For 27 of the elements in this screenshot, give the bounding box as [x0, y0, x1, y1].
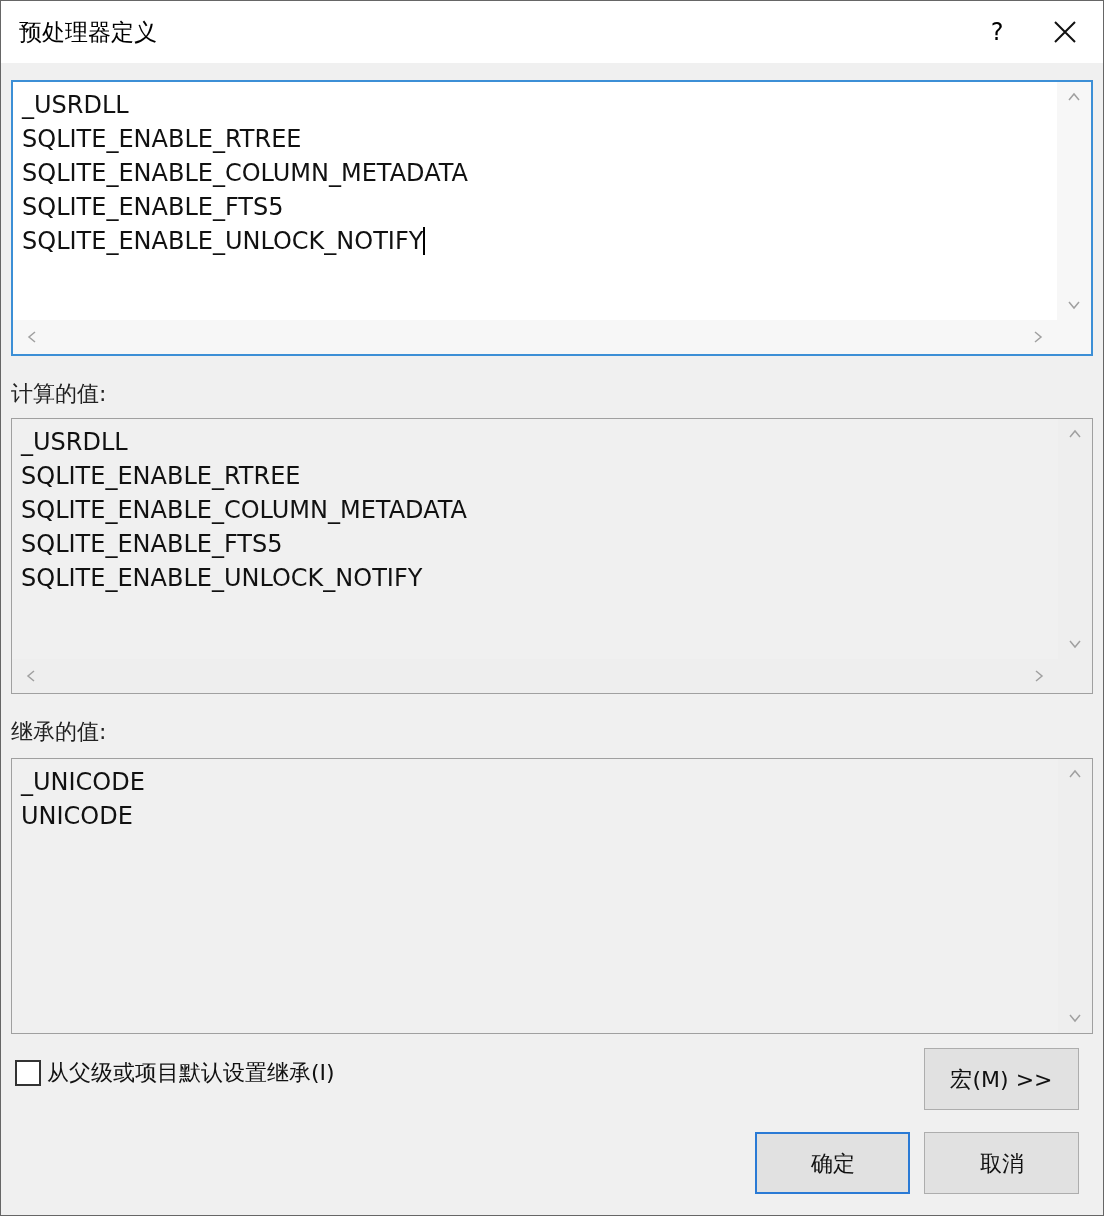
inherit-checkbox[interactable]: 从父级或项目默认设置继承(I) — [15, 1056, 335, 1089]
definition-line: SQLITE_ENABLE_FTS5 — [22, 192, 284, 223]
ok-button[interactable]: 确定 — [755, 1132, 910, 1194]
checkbox-label: 从父级或项目默认设置继承(I) — [47, 1059, 335, 1087]
window-title: 预处理器定义 — [19, 17, 158, 47]
definition-line: _UNICODE — [21, 767, 145, 798]
vertical-scrollbar[interactable] — [1057, 82, 1091, 320]
definition-line: SQLITE_ENABLE_UNLOCK_NOTIFY — [22, 226, 424, 257]
cancel-button[interactable]: 取消 — [924, 1132, 1079, 1194]
horizontal-scrollbar[interactable] — [13, 320, 1091, 354]
definitions-editor[interactable]: _USRDLL SQLITE_ENABLE_RTREE SQLITE_ENABLE_COLUMN_METADATA SQLITE_ENABLE_FTS5 SQLITE_ENABLE_UNLOCK_NOTIFY — [11, 80, 1093, 356]
definition-line: SQLITE_ENABLE_COLUMN_METADATA — [21, 495, 467, 526]
close-icon — [1054, 21, 1076, 43]
definition-line: UNICODE — [21, 801, 133, 832]
definition-line: SQLITE_ENABLE_RTREE — [21, 461, 301, 492]
checkbox[interactable] — [15, 1059, 41, 1086]
definition-line: SQLITE_ENABLE_UNLOCK_NOTIFY — [21, 563, 423, 594]
text-cursor — [423, 227, 426, 255]
definition-line: _USRDLL — [22, 90, 129, 121]
macros-button[interactable]: 宏(M) >> — [924, 1048, 1079, 1110]
computed-values-label: 计算的值: — [11, 380, 107, 408]
inherited-values-label: 继承的值: — [11, 718, 107, 746]
help-button[interactable]: ? — [967, 7, 1027, 57]
definition-line: SQLITE_ENABLE_RTREE — [22, 124, 302, 155]
definition-line: SQLITE_ENABLE_COLUMN_METADATA — [22, 158, 468, 189]
definition-line: _USRDLL — [21, 427, 128, 458]
definition-line: SQLITE_ENABLE_FTS5 — [21, 529, 283, 560]
